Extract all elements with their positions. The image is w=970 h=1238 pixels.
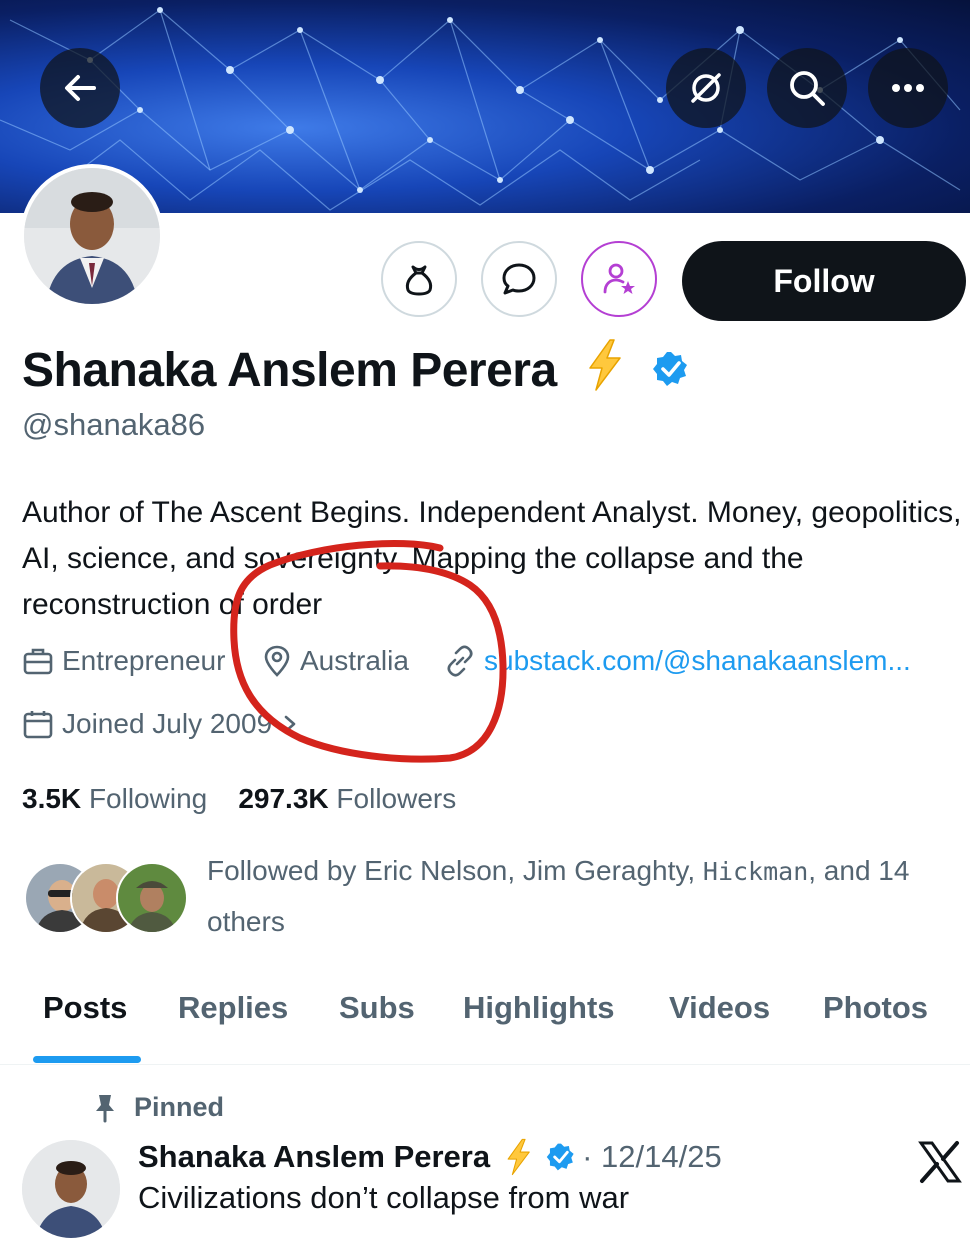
money-bag-icon [405, 265, 433, 296]
followers-stat[interactable]: 297.3K Followers [238, 783, 456, 814]
profession-text: Entrepreneur [62, 645, 226, 676]
joined-text: Joined July 2009 [62, 708, 273, 739]
pin-icon [96, 1094, 114, 1122]
profile-banner[interactable] [0, 0, 970, 213]
display-name: Shanaka Anslem Perera [22, 344, 557, 397]
location-item: Australia [262, 645, 409, 677]
pinned-text: Pinned [134, 1092, 225, 1122]
post-date: · 12/14/25 [582, 1139, 722, 1174]
grok-icon [691, 73, 721, 103]
followed-by-avatars[interactable] [24, 862, 188, 934]
profile-name-row: Shanaka Anslem Perera [22, 338, 690, 398]
profile-tabs: Posts Replies Subs Highlights Videos Pho… [0, 980, 970, 1065]
website-link[interactable]: substack.com/@shanakaanslem... [484, 645, 911, 677]
search-icon [790, 71, 825, 106]
following-count: 3.5K [22, 783, 82, 814]
following-label: Following [88, 783, 208, 814]
tab-replies[interactable]: Replies [178, 990, 288, 1026]
followed-by-mono-name: Hickman [702, 857, 809, 886]
verified-badge-icon[interactable] [652, 350, 690, 388]
profile-stats: 3.5K Following 297.3K Followers [22, 783, 456, 815]
message-button[interactable] [481, 241, 557, 317]
profile-handle: @shanaka86 [22, 407, 206, 442]
followers-count: 297.3K [238, 783, 329, 814]
profile-avatar[interactable] [20, 164, 164, 308]
person-star-icon [603, 263, 635, 294]
profile-bio: Author of The Ascent Begins. Independent… [22, 496, 962, 621]
post-author-name[interactable]: Shanaka Anslem Perera [138, 1139, 490, 1175]
calendar-icon [23, 711, 53, 739]
chat-bubble-icon [502, 263, 536, 295]
avatar-photo [24, 168, 160, 304]
tab-highlights[interactable]: Highlights [463, 990, 615, 1026]
tab-subs[interactable]: Subs [339, 990, 415, 1026]
tab-videos[interactable]: Videos [669, 990, 770, 1026]
tab-posts[interactable]: Posts [43, 990, 127, 1026]
link-icon [447, 645, 473, 677]
avatar-photo [22, 1140, 120, 1238]
location-pin-icon [264, 645, 290, 677]
website-item[interactable]: substack.com/@shanakaanslem... [444, 645, 911, 677]
profession-item: Entrepreneur [22, 645, 225, 677]
tip-button[interactable] [381, 241, 457, 317]
ellipsis-icon [892, 84, 924, 92]
more-options-button[interactable] [868, 48, 948, 128]
chevron-right-icon [284, 715, 296, 733]
search-button[interactable] [767, 48, 847, 128]
following-stat[interactable]: 3.5K Following [22, 783, 207, 814]
subscribe-button[interactable] [581, 241, 657, 317]
grok-button[interactable] [666, 48, 746, 128]
follower-avatar [116, 862, 188, 934]
location-text: Australia [300, 645, 409, 676]
post-author-avatar[interactable] [22, 1140, 120, 1238]
post-header: Shanaka Anslem Perera · 12/14/25 [138, 1138, 722, 1176]
tab-photos[interactable]: Photos [823, 990, 928, 1026]
back-button[interactable] [40, 48, 120, 128]
follow-button[interactable]: Follow [682, 241, 966, 321]
followers-label: Followers [336, 783, 457, 814]
lightning-icon [588, 339, 621, 391]
post-text[interactable]: Civilizations don’t collapse from war [138, 1180, 629, 1216]
verified-badge-icon [546, 1143, 574, 1171]
pinned-label-row: Pinned [92, 1092, 224, 1123]
x-logo-icon [918, 1141, 962, 1183]
lightning-icon [507, 1138, 530, 1176]
followed-by-prefix: Followed by Eric Nelson, Jim Geraghty, [207, 855, 703, 886]
arrow-left-icon [65, 75, 96, 101]
joined-item[interactable]: Joined July 2009 [22, 708, 308, 740]
active-tab-indicator [33, 1056, 141, 1063]
briefcase-icon [23, 648, 53, 675]
followed-by-text[interactable]: Followed by Eric Nelson, Jim Geraghty, H… [207, 846, 947, 947]
